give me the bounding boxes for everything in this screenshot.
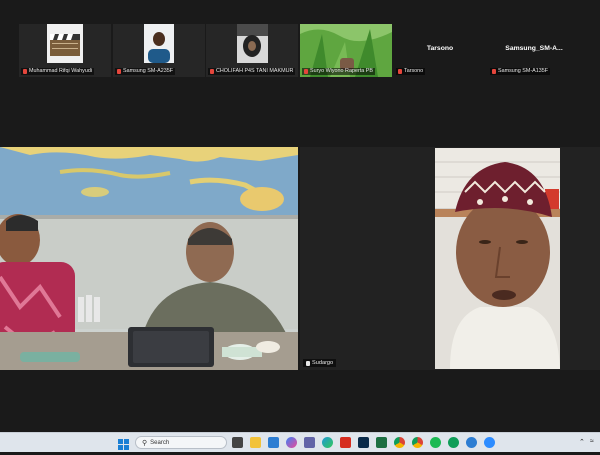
participant-name-3: CHOLIFAH P4S TANI MAKMUR — [208, 68, 296, 75]
participant-strip: Muhammad Rifqi Wahyudi Samsung SM-A235F — [0, 24, 600, 80]
participant-center-label-6: Samsung_SM-A... — [505, 45, 563, 52]
file-explorer-icon[interactable] — [250, 437, 261, 448]
acrobat-icon[interactable] — [340, 437, 351, 448]
participant-name-5: Tarsono — [396, 68, 426, 75]
search-icon: ⚲ — [142, 439, 148, 447]
speaker-video — [300, 147, 600, 370]
participant-tile-3[interactable]: CHOLIFAH P4S TANI MAKMUR — [206, 24, 298, 77]
mic-muted-icon — [210, 69, 214, 74]
search-label: Search — [150, 439, 170, 446]
copilot-icon[interactable] — [286, 437, 297, 448]
mic-muted-icon — [398, 69, 402, 74]
participant-tile-1[interactable]: Muhammad Rifqi Wahyudi — [19, 24, 111, 77]
wifi-icon[interactable]: ≈ — [590, 438, 594, 445]
mic-muted-icon — [304, 69, 308, 74]
participant-name-1: Muhammad Rifqi Wahyudi — [21, 68, 95, 75]
photos-icon[interactable] — [268, 437, 279, 448]
participant-video-1 — [47, 24, 83, 63]
settings-icon[interactable] — [466, 437, 477, 448]
task-view-icon[interactable] — [232, 437, 243, 448]
participant-tile-2[interactable]: Samsung SM-A235F — [113, 24, 205, 77]
participant-tile-4[interactable]: Suryo Wiyono Raperta PB — [300, 24, 392, 77]
windows-taskbar: ⚲ Search ⌃ ≈ — [0, 432, 600, 452]
photoshop-icon[interactable] — [358, 437, 369, 448]
taskbar-search-box[interactable]: ⚲ Search — [135, 436, 227, 449]
zoom-icon[interactable] — [412, 437, 423, 448]
participant-video-2 — [144, 24, 174, 63]
meeting-room-video — [0, 147, 298, 370]
mic-muted-icon — [23, 69, 27, 74]
edge-icon[interactable] — [322, 437, 333, 448]
teams-icon[interactable] — [304, 437, 315, 448]
active-speaker-name: Sudargo — [303, 359, 337, 367]
participant-tile-6[interactable]: Samsung_SM-A... Samsung SM-A135F — [488, 24, 580, 77]
zoom-meeting-window: Muhammad Rifqi Wahyudi Samsung SM-A235F — [0, 0, 600, 432]
chrome-icon[interactable] — [394, 437, 405, 448]
zoom-meetings-icon[interactable] — [484, 437, 495, 448]
windows-start-icon[interactable] — [118, 437, 129, 450]
main-video-left[interactable] — [0, 147, 298, 370]
spotify-icon[interactable] — [430, 437, 441, 448]
participant-video-3 — [237, 24, 268, 63]
participant-name-4: Suryo Wiyono Raperta PB — [302, 68, 375, 75]
main-video-right[interactable]: Sudargo — [300, 147, 600, 370]
participant-center-label-5: Tarsono — [426, 45, 454, 52]
participant-name-2: Samsung SM-A235F — [115, 68, 176, 75]
mic-muted-icon — [492, 69, 496, 74]
chevron-up-icon[interactable]: ⌃ — [579, 438, 585, 446]
participant-name-6: Samsung SM-A135F — [490, 68, 551, 75]
excel-icon[interactable] — [376, 437, 387, 448]
chrome-profile-icon[interactable] — [448, 437, 459, 448]
mic-icon — [306, 360, 310, 366]
mic-muted-icon — [117, 69, 121, 74]
participant-tile-5[interactable]: Tarsono Tarsono — [394, 24, 486, 77]
